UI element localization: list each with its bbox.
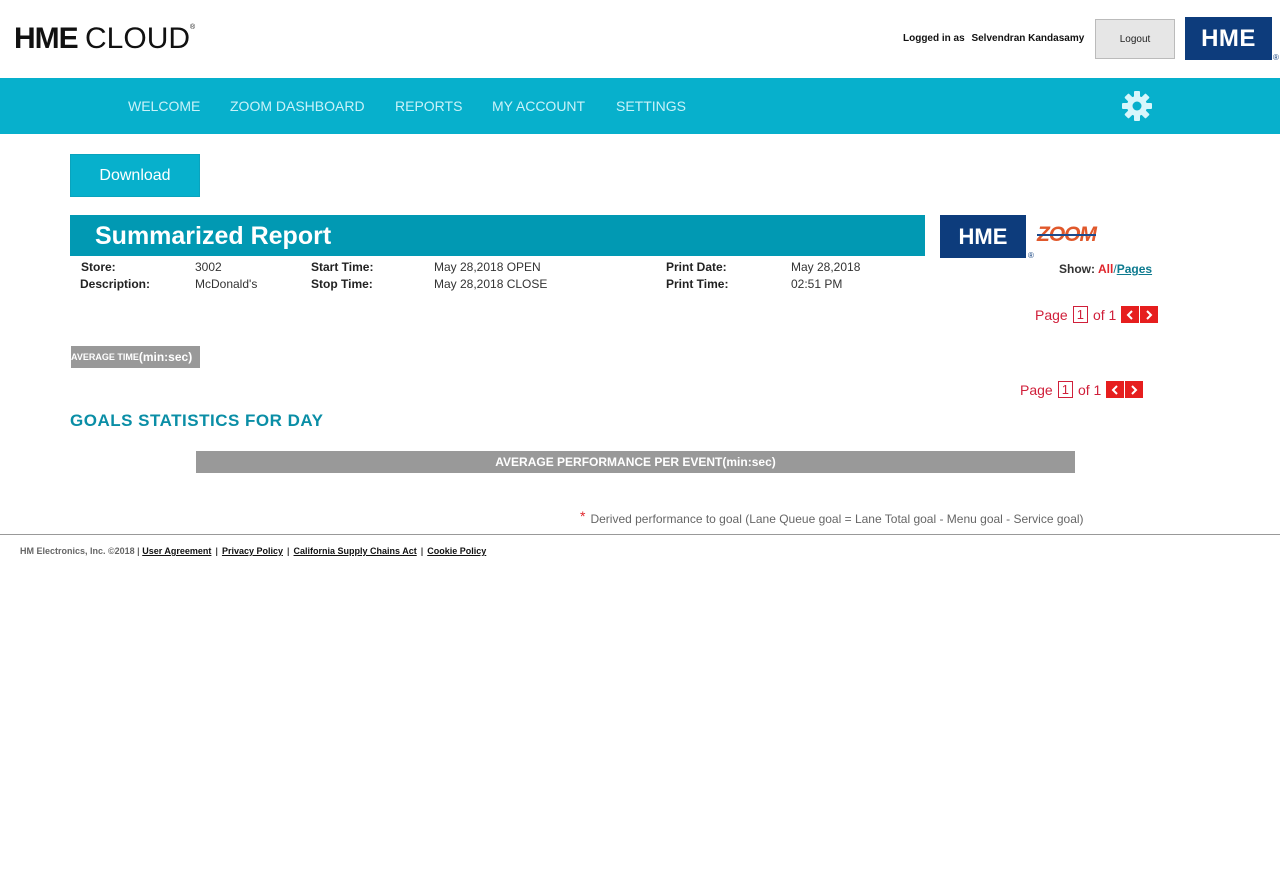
user-agreement-link[interactable]: User Agreement [142, 546, 211, 556]
chevron-right-icon [1131, 384, 1138, 395]
hme-cloud-logo: HME CLOUD® [14, 22, 195, 56]
average-time-header: AVERAGE TIME (min:sec) [71, 346, 200, 368]
download-button[interactable]: Download [70, 154, 200, 197]
nav-settings[interactable]: SETTINGS [616, 98, 686, 114]
logo-cloud-text: CLOUD [85, 22, 191, 55]
user-name: Selvendran Kandasamy [971, 33, 1085, 44]
average-time-unit: (min:sec) [138, 350, 193, 364]
pager-current-page[interactable]: 1 [1072, 306, 1088, 323]
gear-icon[interactable] [1121, 90, 1153, 122]
hme-report-logo: HME [940, 215, 1026, 258]
chevron-left-icon [1111, 384, 1119, 395]
pager-top: Page 1 of 1 [1035, 306, 1159, 323]
pager-total: of 1 [1092, 306, 1117, 323]
chevron-left-icon [1126, 309, 1134, 320]
print-time-value: 02:51 PM [791, 277, 843, 291]
footer-separator: | [287, 546, 290, 556]
california-supply-chains-act-link[interactable]: California Supply Chains Act [294, 546, 417, 556]
main-nav: WELCOME ZOOM DASHBOARD REPORTS MY ACCOUN… [0, 78, 1280, 134]
cookie-policy-link[interactable]: Cookie Policy [427, 546, 486, 556]
stop-time-value: May 28,2018 CLOSE [434, 277, 548, 291]
zoom-logo: ZOOM [1037, 223, 1097, 246]
login-info: Logged in as Selvendran Kandasamy [903, 33, 1084, 44]
store-value: 3002 [195, 260, 222, 274]
privacy-policy-link[interactable]: Privacy Policy [222, 546, 283, 556]
footnote-text: Derived performance to goal (Lane Queue … [590, 512, 1084, 526]
description-value: McDonald's [195, 277, 258, 291]
chevron-right-icon [1146, 309, 1153, 320]
store-label: Store: [81, 260, 116, 274]
nav-reports[interactable]: REPORTS [395, 98, 462, 114]
pager-page-label: Page [1020, 381, 1053, 398]
hme-logo-badge: HME [1185, 17, 1272, 60]
nav-my-account[interactable]: MY ACCOUNT [492, 98, 585, 114]
next-page-button[interactable] [1140, 306, 1159, 323]
prev-page-button[interactable] [1121, 306, 1140, 323]
pager-current-page[interactable]: 1 [1057, 381, 1073, 398]
footnote-asterisk: * [580, 508, 586, 524]
logo-hme-text: HME [14, 22, 79, 55]
nav-welcome[interactable]: WELCOME [128, 98, 200, 114]
start-time-label: Start Time: [311, 260, 374, 274]
next-page-button[interactable] [1125, 381, 1144, 398]
print-date-label: Print Date: [666, 260, 727, 274]
goals-statistics-heading: GOALS STATISTICS FOR DAY [70, 411, 324, 430]
footer-separator: | [420, 546, 424, 556]
show-label: Show: [1059, 262, 1095, 276]
copyright-text: HM Electronics, Inc. ©2018 | [20, 546, 140, 556]
print-date-value: May 28,2018 [791, 260, 861, 274]
hme-report-reg-mark: ® [1028, 251, 1034, 260]
hme-reg-mark: ® [1273, 53, 1279, 62]
average-time-label: AVERAGE TIME [71, 352, 139, 362]
prev-page-button[interactable] [1106, 381, 1125, 398]
footnote: * Derived performance to goal (Lane Queue… [580, 508, 1084, 526]
footer-divider [0, 534, 1280, 535]
logout-button[interactable]: Logout [1095, 19, 1175, 59]
nav-zoom-dashboard[interactable]: ZOOM DASHBOARD [230, 98, 365, 114]
pager-total: of 1 [1077, 381, 1102, 398]
show-all-link[interactable]: All [1098, 262, 1113, 276]
show-pages-link[interactable]: Pages [1117, 262, 1152, 276]
start-time-value: May 28,2018 OPEN [434, 260, 541, 274]
logged-in-label: Logged in as [903, 33, 965, 44]
pager-page-label: Page [1035, 306, 1068, 323]
footer: HM Electronics, Inc. ©2018 | User Agreem… [20, 546, 486, 556]
average-performance-header: AVERAGE PERFORMANCE PER EVENT(min:sec) [196, 451, 1075, 473]
stop-time-label: Stop Time: [311, 277, 373, 291]
show-toggle: Show: All/Pages [1059, 262, 1152, 276]
pager-bottom: Page 1 of 1 [1020, 381, 1144, 398]
report-title-banner: Summarized Report [70, 215, 925, 256]
logo-reg-mark: ® [190, 24, 195, 31]
footer-separator: | [215, 546, 218, 556]
print-time-label: Print Time: [666, 277, 729, 291]
description-label: Description: [80, 277, 151, 291]
report-title: Summarized Report [95, 222, 332, 250]
